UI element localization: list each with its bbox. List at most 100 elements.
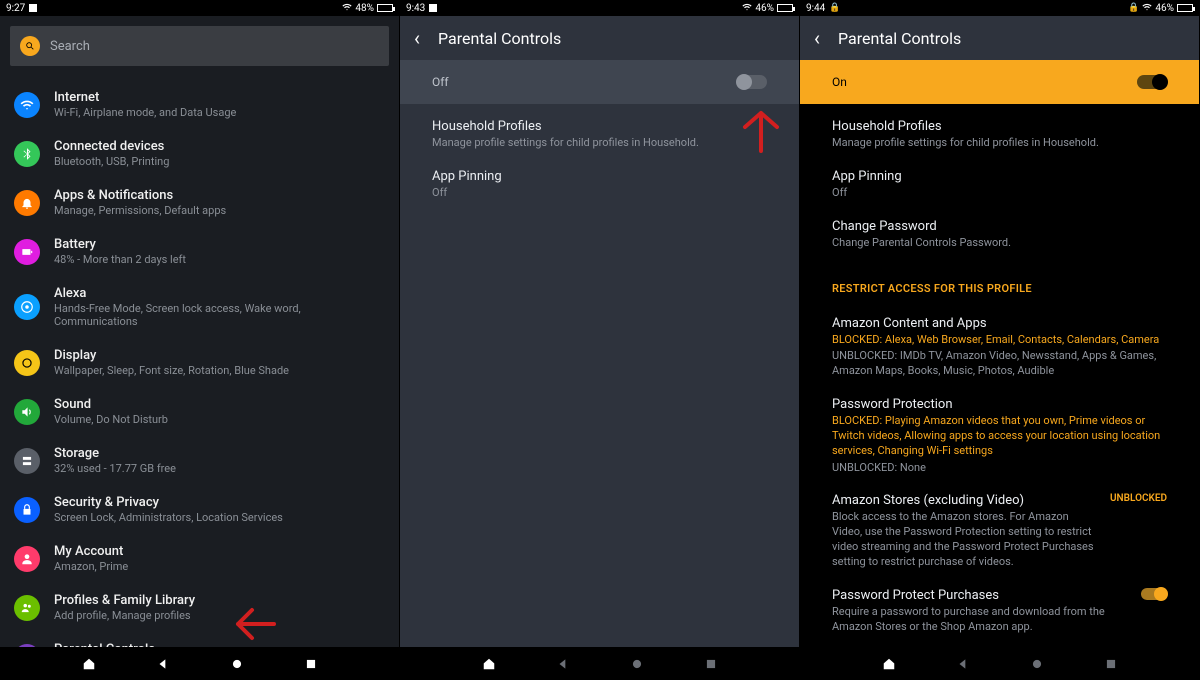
item-subtitle: Volume, Do Not Disturb bbox=[54, 413, 168, 426]
title-bar: ‹ Parental Controls bbox=[800, 16, 1199, 60]
speaker-icon bbox=[14, 399, 40, 425]
item-title: Household Profiles bbox=[432, 119, 767, 134]
nav-circle-icon[interactable] bbox=[229, 656, 245, 672]
master-toggle-switch[interactable] bbox=[1137, 75, 1167, 89]
back-icon[interactable]: ‹ bbox=[414, 26, 420, 50]
item-title: Apps & Notifications bbox=[54, 188, 226, 203]
item-title: Amazon Stores (excluding Video) bbox=[832, 493, 1100, 508]
item-title: Security & Privacy bbox=[54, 495, 283, 510]
parental-item[interactable]: Change PasswordChange Parental Controls … bbox=[800, 210, 1199, 260]
unblocked-text: UNBLOCKED: IMDb TV, Amazon Video, Newsst… bbox=[832, 349, 1167, 379]
restrict-item[interactable]: Amazon Content and AppsBLOCKED: Alexa, W… bbox=[800, 307, 1199, 389]
item-subtitle: Wallpaper, Sleep, Font size, Rotation, B… bbox=[54, 364, 289, 377]
master-toggle-row[interactable]: Off bbox=[400, 60, 799, 104]
search-placeholder: Search bbox=[50, 39, 90, 54]
restrict-item[interactable]: Social SharingBLOCKED bbox=[800, 644, 1199, 648]
battery-pct: 48% bbox=[355, 3, 374, 14]
settings-item-person[interactable]: My AccountAmazon, Prime bbox=[10, 534, 389, 583]
row-toggle-switch[interactable] bbox=[1141, 588, 1167, 600]
screen-parental-on: 9:44 🔒 🔒 46% ‹ Parental Controls On Hous… bbox=[800, 0, 1200, 680]
item-subtitle: Require a password to purchase and downl… bbox=[832, 605, 1131, 635]
item-title: Storage bbox=[54, 446, 176, 461]
notification-icon bbox=[429, 4, 437, 12]
toggle-label: Off bbox=[432, 75, 449, 89]
settings-item-storage[interactable]: Storage32% used - 17.77 GB free bbox=[10, 436, 389, 485]
item-subtitle: Bluetooth, USB, Printing bbox=[54, 155, 169, 168]
master-toggle-row[interactable]: On bbox=[800, 60, 1199, 104]
storage-icon bbox=[14, 448, 40, 474]
clock: 9:44 bbox=[806, 3, 825, 14]
settings-item-shield[interactable]: Parental ControlsApp Pinning, Restrict P… bbox=[10, 632, 389, 647]
item-subtitle: Amazon, Prime bbox=[54, 560, 128, 573]
settings-item-speaker[interactable]: SoundVolume, Do Not Disturb bbox=[10, 387, 389, 436]
item-subtitle: Off bbox=[832, 186, 1167, 201]
nav-circle-icon[interactable] bbox=[1029, 656, 1045, 672]
settings-item-lock[interactable]: Security & PrivacyScreen Lock, Administr… bbox=[10, 485, 389, 534]
people-icon bbox=[14, 595, 40, 621]
nav-home-icon[interactable] bbox=[481, 656, 497, 672]
search-input[interactable]: Search bbox=[10, 26, 389, 66]
settings-item-brightness[interactable]: DisplayWallpaper, Sleep, Font size, Rota… bbox=[10, 338, 389, 387]
battery-icon bbox=[14, 239, 40, 265]
battery-icon bbox=[1177, 4, 1193, 12]
item-title: Parental Controls bbox=[54, 642, 228, 647]
battery-pct: 46% bbox=[1155, 3, 1174, 14]
settings-item-people[interactable]: Profiles & Family LibraryAdd profile, Ma… bbox=[10, 583, 389, 632]
lock-icon: 🔒 bbox=[829, 3, 840, 13]
battery-pct: 46% bbox=[755, 3, 774, 14]
item-subtitle: Off bbox=[432, 186, 767, 201]
section-header: RESTRICT ACCESS FOR THIS PROFILE bbox=[800, 266, 1199, 301]
notification-icon bbox=[29, 4, 37, 12]
nav-back-icon[interactable] bbox=[155, 656, 171, 672]
nav-recent-icon[interactable] bbox=[1103, 656, 1119, 672]
settings-item-alexa[interactable]: AlexaHands-Free Mode, Screen lock access… bbox=[10, 276, 389, 338]
battery-icon bbox=[777, 4, 793, 12]
parental-item[interactable]: Household ProfilesManage profile setting… bbox=[800, 110, 1199, 160]
page-title: Parental Controls bbox=[438, 29, 561, 48]
shield-icon bbox=[14, 644, 40, 648]
item-title: My Account bbox=[54, 544, 128, 559]
status-badge: UNBLOCKED bbox=[1110, 493, 1167, 504]
wifi-icon bbox=[14, 92, 40, 118]
item-subtitle: Hands-Free Mode, Screen lock access, Wak… bbox=[54, 302, 385, 328]
status-bar: 9:43 46% bbox=[400, 0, 799, 16]
parental-item[interactable]: Household ProfilesManage profile setting… bbox=[400, 110, 799, 160]
clock: 9:27 bbox=[6, 3, 25, 14]
back-icon[interactable]: ‹ bbox=[814, 26, 820, 50]
nav-bar bbox=[800, 647, 1199, 680]
screen-settings: 9:27 48% Search InternetWi-Fi, Airplane … bbox=[0, 0, 400, 680]
settings-item-wifi[interactable]: InternetWi-Fi, Airplane mode, and Data U… bbox=[10, 80, 389, 129]
settings-item-battery[interactable]: Battery48% - More than 2 days left bbox=[10, 227, 389, 276]
item-title: Internet bbox=[54, 90, 236, 105]
title-bar: ‹ Parental Controls bbox=[400, 16, 799, 60]
nav-home-icon[interactable] bbox=[81, 656, 97, 672]
nav-recent-icon[interactable] bbox=[703, 656, 719, 672]
restrict-item[interactable]: Amazon Stores (excluding Video)Block acc… bbox=[800, 484, 1199, 578]
item-title: App Pinning bbox=[432, 169, 767, 184]
settings-item-bell[interactable]: Apps & NotificationsManage, Permissions,… bbox=[10, 178, 389, 227]
nav-bar bbox=[400, 647, 799, 680]
nav-home-icon[interactable] bbox=[881, 656, 897, 672]
wifi-icon bbox=[1142, 2, 1152, 15]
restrict-item[interactable]: Password ProtectionBLOCKED: Playing Amaz… bbox=[800, 388, 1199, 484]
item-subtitle: Manage profile settings for child profil… bbox=[832, 136, 1167, 151]
item-title: Profiles & Family Library bbox=[54, 593, 195, 608]
parental-item[interactable]: App PinningOff bbox=[800, 160, 1199, 210]
nav-back-icon[interactable] bbox=[955, 656, 971, 672]
nav-circle-icon[interactable] bbox=[629, 656, 645, 672]
item-subtitle: Manage, Permissions, Default apps bbox=[54, 204, 226, 217]
master-toggle-switch[interactable] bbox=[737, 75, 767, 89]
lock-icon: 🔒 bbox=[1128, 3, 1139, 13]
toggle-label: On bbox=[832, 75, 847, 89]
nav-back-icon[interactable] bbox=[555, 656, 571, 672]
nav-recent-icon[interactable] bbox=[303, 656, 319, 672]
wifi-icon bbox=[342, 2, 352, 15]
restrict-item[interactable]: Password Protect PurchasesRequire a pass… bbox=[800, 579, 1199, 644]
item-title: Connected devices bbox=[54, 139, 169, 154]
parental-item[interactable]: App Pinning Off bbox=[400, 160, 799, 210]
unblocked-text: UNBLOCKED: None bbox=[832, 461, 1167, 476]
wifi-icon bbox=[742, 2, 752, 15]
alexa-icon bbox=[14, 294, 40, 320]
settings-item-bluetooth[interactable]: Connected devicesBluetooth, USB, Printin… bbox=[10, 129, 389, 178]
status-bar: 9:44 🔒 🔒 46% bbox=[800, 0, 1199, 16]
